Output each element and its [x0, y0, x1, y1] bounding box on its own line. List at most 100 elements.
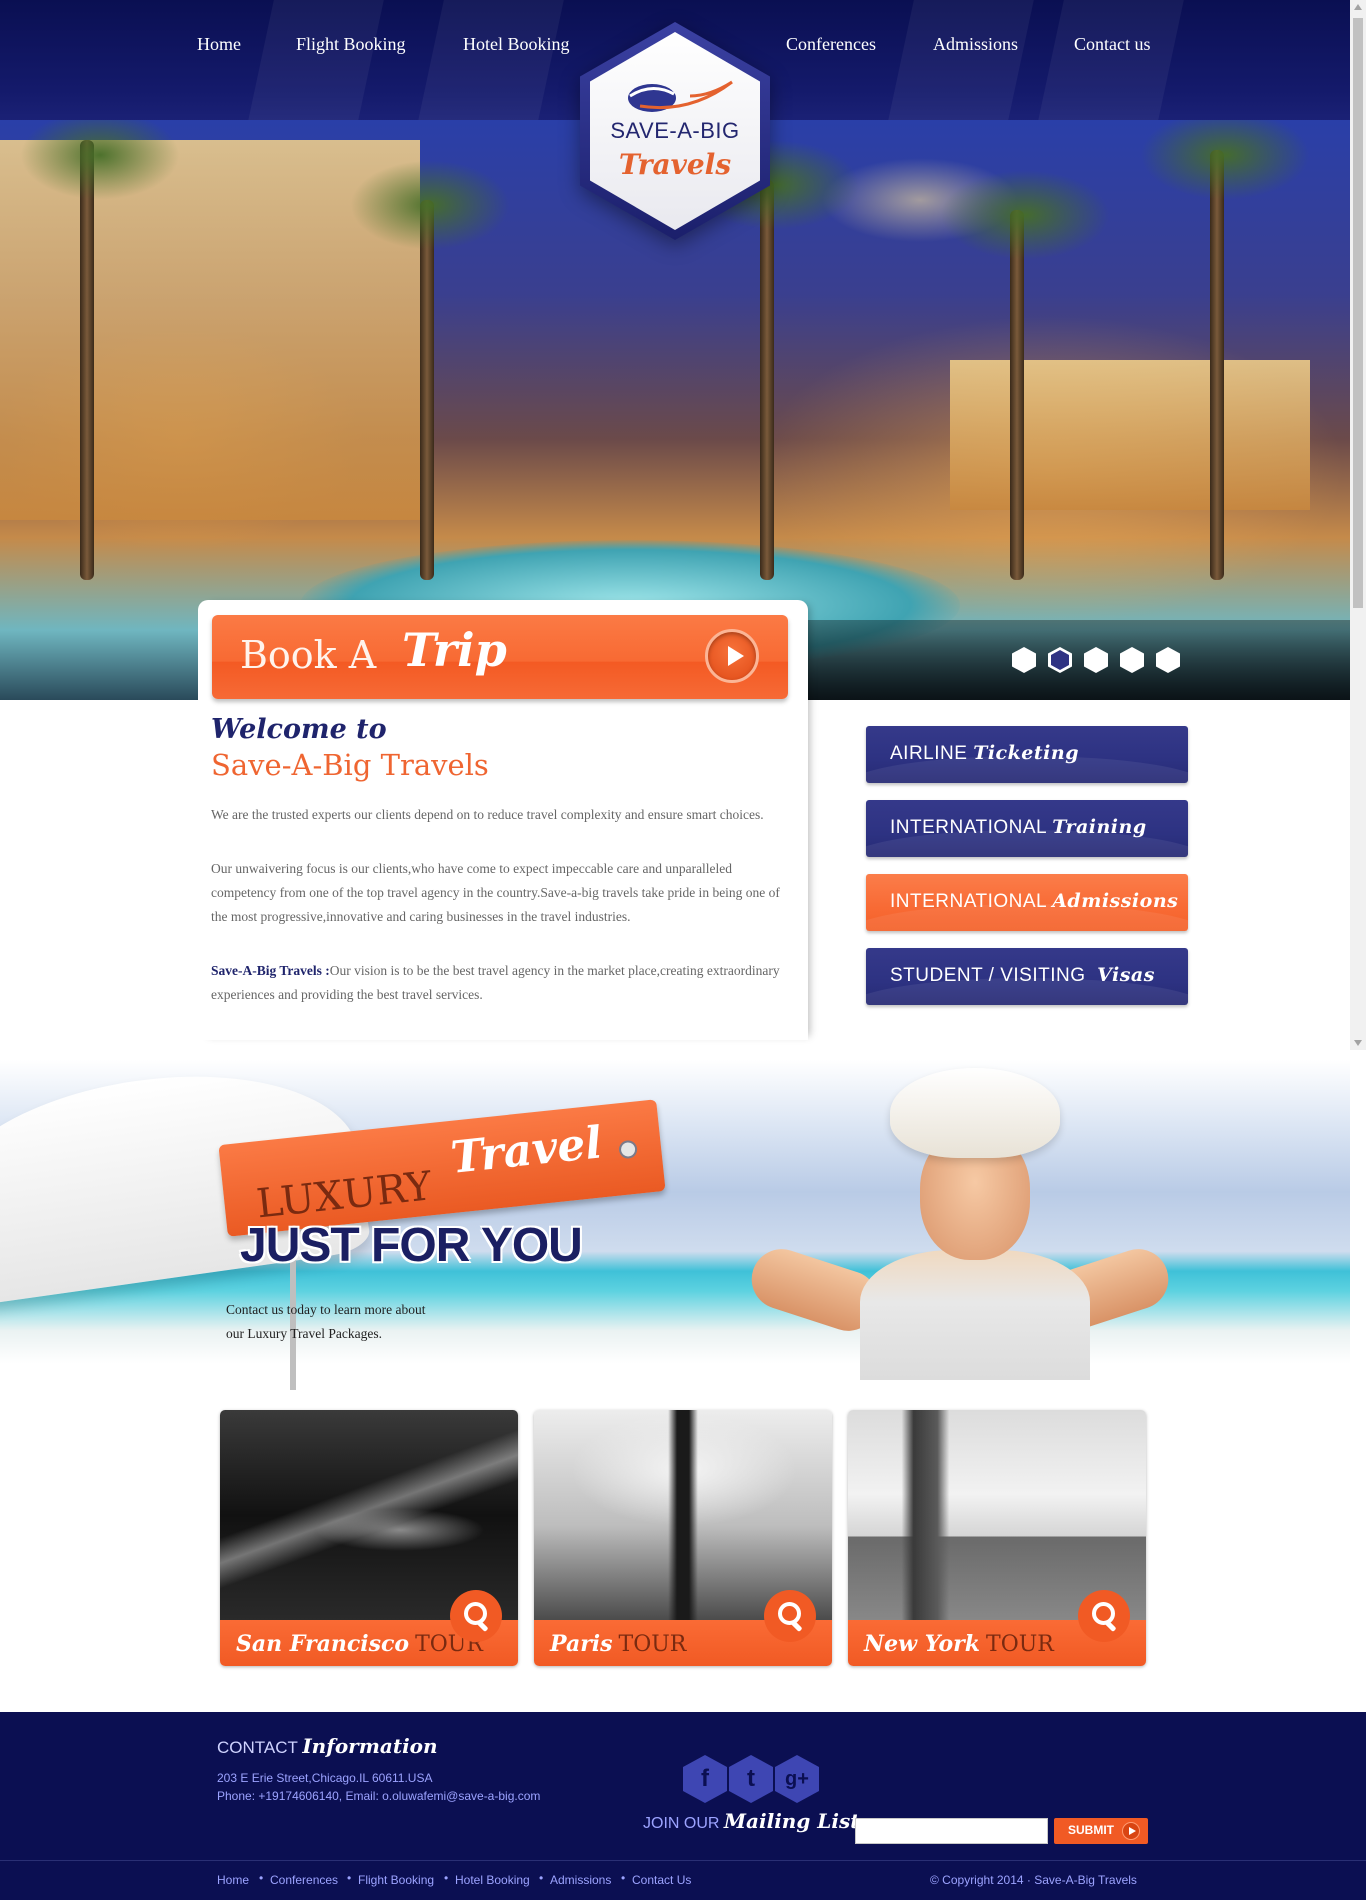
welcome-script-heading: Welcome to — [211, 714, 387, 745]
slider-controls-strip — [800, 620, 1350, 700]
footer — [0, 1712, 1366, 1900]
service-label-plain: STUDENT / VISITING — [890, 965, 1086, 986]
tour-card-san-francisco[interactable]: San Francisco TOUR — [220, 1410, 518, 1666]
service-airline-ticketing-button[interactable]: AIRLINE Ticketing — [866, 726, 1188, 783]
tour-caption: San Francisco TOUR — [236, 1631, 483, 1657]
footer-link-separator: • — [621, 1871, 626, 1885]
book-label: Book A — [240, 633, 377, 677]
palm-fronds — [940, 170, 1110, 260]
palm-fronds — [1140, 120, 1310, 200]
mailing-list-email-input[interactable] — [855, 1818, 1048, 1844]
hotel-building — [950, 360, 1310, 510]
nav-home[interactable]: Home — [197, 34, 241, 55]
scroll-down-icon[interactable] — [1354, 1040, 1362, 1046]
footer-link-separator: • — [444, 1871, 449, 1885]
footer-link-separator: • — [539, 1871, 544, 1885]
nav-decor-stripe — [1036, 0, 1184, 130]
nav-hotel-booking[interactable]: Hotel Booking — [463, 34, 570, 55]
service-label-script: Admissions — [1052, 890, 1179, 912]
luxury-headline: JUST FOR YOU — [240, 1219, 583, 1272]
service-international-training-button[interactable]: INTERNATIONAL Training — [866, 800, 1188, 857]
footer-link-admissions[interactable]: Admissions — [550, 1873, 611, 1887]
book-a-trip-button[interactable]: Book A Trip — [212, 615, 788, 699]
tour-card-new-york[interactable]: New York TOUR — [848, 1410, 1146, 1666]
book-label-script: Trip — [402, 623, 507, 677]
nav-decor-stripe — [416, 0, 564, 130]
service-label: INTERNATIONAL Training — [890, 816, 1147, 839]
luxury-description-line: our Luxury Travel Packages. — [226, 1326, 382, 1341]
nav-conferences[interactable]: Conferences — [786, 34, 876, 55]
footer-link-hotel-booking[interactable]: Hotel Booking — [455, 1873, 530, 1887]
service-visas-button[interactable]: STUDENT / VISITING Visas — [866, 948, 1188, 1005]
submit-label: SUBMIT — [1068, 1823, 1114, 1837]
footer-link-separator: • — [259, 1871, 264, 1885]
service-label: INTERNATIONAL Admissions — [890, 890, 1178, 913]
mailing-list-submit-button[interactable]: SUBMIT — [1054, 1818, 1148, 1844]
tour-caption-plain: TOUR — [986, 1632, 1054, 1657]
scroll-up-icon[interactable] — [1354, 4, 1362, 10]
copyright-text: © Copyright 2014 · Save-A-Big Travels — [930, 1873, 1137, 1887]
contact-phone-email: Phone: +19174606140, Email: o.oluwafemi@… — [217, 1789, 541, 1803]
tour-caption-script: San Francisco — [236, 1631, 410, 1657]
tour-caption: Paris TOUR — [550, 1631, 686, 1657]
palm-tree — [80, 140, 94, 580]
footer-divider — [0, 1860, 1366, 1861]
mailing-list-heading-script: Mailing List — [723, 1809, 860, 1833]
service-label-plain: AIRLINE — [890, 743, 968, 764]
nav-decor-stripe — [886, 0, 1034, 130]
logo-script: Travels — [618, 148, 732, 181]
woman-torso — [860, 1250, 1090, 1380]
tag-label-script: Travel — [448, 1117, 605, 1184]
luxury-description: Contact us today to learn more about our… — [226, 1298, 486, 1346]
service-label: STUDENT / VISITING Visas — [890, 964, 1155, 987]
nav-decor-stripe — [246, 0, 384, 130]
service-label-script: Ticketing — [973, 742, 1079, 764]
footer-link-home[interactable]: Home — [217, 1873, 249, 1887]
service-label-script: Training — [1052, 816, 1147, 838]
palm-tree — [1210, 150, 1224, 580]
welcome-paragraph-2: Our unwaivering focus is our clients,who… — [211, 861, 780, 924]
palm-fronds — [350, 160, 510, 250]
nav-contact-us[interactable]: Contact us — [1074, 34, 1151, 55]
tour-card-paris[interactable]: Paris TOUR — [534, 1410, 832, 1666]
palm-tree — [1010, 210, 1024, 580]
service-label-plain: INTERNATIONAL — [890, 817, 1047, 838]
magnifier-icon[interactable] — [764, 1590, 816, 1642]
nav-admissions[interactable]: Admissions — [933, 34, 1018, 55]
smiling-woman-image — [740, 1060, 1180, 1380]
tour-caption: New York TOUR — [864, 1631, 1054, 1657]
luxury-description-line: Contact us today to learn more about — [226, 1302, 426, 1317]
tour-caption-script: Paris — [550, 1631, 613, 1657]
service-label-script: Visas — [1097, 964, 1155, 986]
palm-tree — [760, 180, 774, 580]
welcome-title: Save-A-Big Travels — [211, 748, 489, 782]
footer-link-contact-us[interactable]: Contact Us — [632, 1873, 691, 1887]
magnifier-icon[interactable] — [1078, 1590, 1130, 1642]
service-label: AIRLINE Ticketing — [890, 742, 1079, 765]
page-scrollbar[interactable] — [1350, 0, 1366, 1050]
contact-heading-plain: CONTACT — [217, 1738, 298, 1757]
service-international-admissions-button[interactable]: INTERNATIONAL Admissions — [866, 874, 1188, 931]
contact-heading: CONTACT Information — [217, 1734, 438, 1758]
nav-flight-booking[interactable]: Flight Booking — [296, 34, 406, 55]
play-icon — [705, 629, 759, 683]
contact-address: 203 E Erie Street,Chicago.IL 60611.USA — [217, 1771, 433, 1785]
palm-tree — [420, 200, 434, 580]
contact-heading-script: Information — [302, 1734, 438, 1758]
arrow-right-icon — [1122, 1822, 1140, 1840]
footer-link-separator: • — [347, 1871, 352, 1885]
scrollbar-thumb[interactable] — [1353, 18, 1363, 608]
welcome-paragraph-3: Save-A-Big Travels :Our vision is to be … — [211, 959, 791, 1007]
welcome-paragraph-1: We are the trusted experts our clients d… — [211, 807, 764, 822]
footer-link-conferences[interactable]: Conferences — [270, 1873, 338, 1887]
mailing-list-heading-plain: JOIN OUR — [643, 1815, 720, 1832]
logo-wordmark: SAVE-A-BIG — [610, 118, 740, 143]
tour-caption-script: New York — [864, 1631, 981, 1657]
service-label-plain: INTERNATIONAL — [890, 891, 1047, 912]
footer-link-flight-booking[interactable]: Flight Booking — [358, 1873, 434, 1887]
cowboy-hat — [890, 1068, 1060, 1158]
tour-caption-plain: TOUR — [618, 1632, 687, 1657]
plane-swoosh-icon — [628, 80, 733, 112]
site-logo[interactable]: SAVE-A-BIG Travels — [580, 22, 770, 240]
magnifier-icon[interactable] — [450, 1590, 502, 1642]
